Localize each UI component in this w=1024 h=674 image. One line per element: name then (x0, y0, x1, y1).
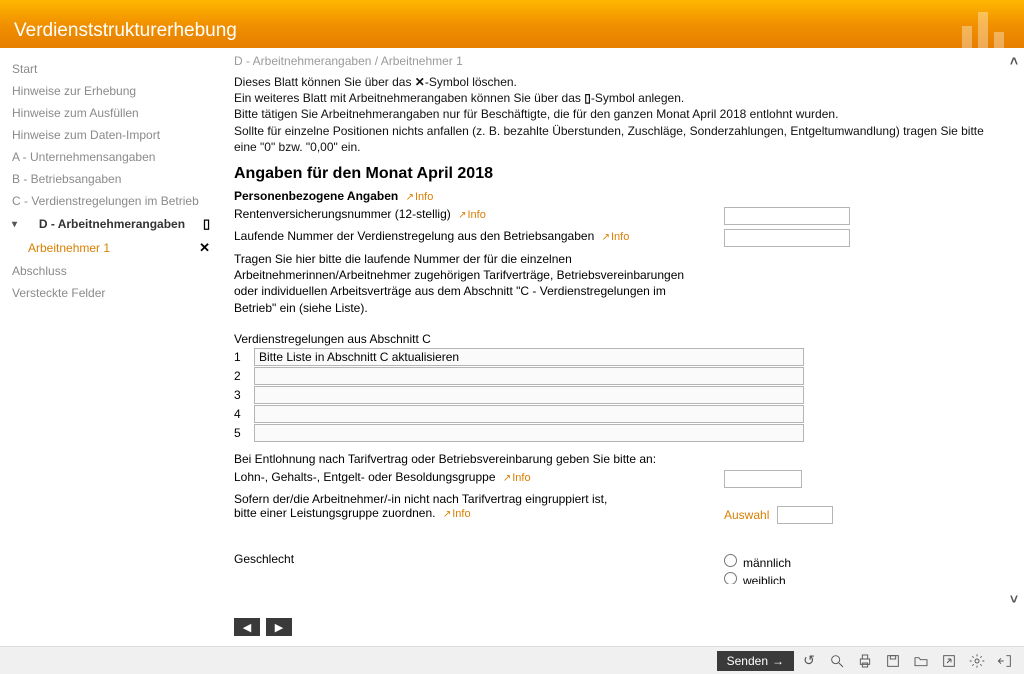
nav-start[interactable]: Start (0, 58, 222, 80)
open-icon[interactable] (908, 650, 934, 672)
leistungsgruppe-label-1: Sofern der/die Arbeitnehmer/-in nicht na… (234, 492, 607, 506)
section-title: Angaben für den Monat April 2018 (234, 165, 984, 183)
list-row-2-input[interactable] (254, 367, 804, 385)
intro-block: Dieses Blatt können Sie über das ✕-Symbo… (234, 74, 984, 155)
settings-icon[interactable] (964, 650, 990, 672)
radio-maennlich[interactable]: männlich (724, 554, 791, 570)
auswahl-label: Auswahl (724, 508, 769, 522)
lfdnr-input[interactable] (724, 229, 850, 247)
nav-hinweise-erhebung[interactable]: Hinweise zur Erhebung (0, 80, 222, 102)
list-heading: Verdienstregelungen aus Abschnitt C (234, 332, 984, 346)
nav-d-child-1[interactable]: Arbeitnehmer 1 ✕ (0, 236, 222, 260)
close-icon: ✕ (415, 75, 425, 89)
pager: ◀ ▶ (234, 618, 292, 636)
app-title: Verdienststrukturerhebung (14, 20, 237, 42)
radio-weiblich[interactable]: weiblich (724, 572, 791, 584)
nav-versteckte[interactable]: Versteckte Felder (0, 282, 222, 304)
verdienstregelungen-list: 1 2 3 4 5 (234, 348, 804, 442)
nav-c-verdienst[interactable]: C - Verdienstregelungen im Betrieb (0, 190, 222, 212)
delete-page-icon[interactable]: ✕ (199, 240, 210, 256)
logo-bars-icon (962, 12, 1004, 48)
leistungsgruppe-label-2: bitte einer Leistungsgruppe zuordnen. (234, 506, 435, 520)
rentennr-label: Rentenversicherungsnummer (12-stellig) (234, 207, 451, 221)
info-link[interactable]: Info (406, 191, 434, 203)
rentennr-input[interactable] (724, 207, 850, 225)
save-icon[interactable] (880, 650, 906, 672)
tarif-hinweis: Bei Entlohnung nach Tarifvertrag oder Be… (234, 452, 984, 466)
info-link[interactable]: Info (503, 472, 531, 484)
nav-a-unternehmen[interactable]: A - Unternehmensangaben (0, 146, 222, 168)
auswahl-input[interactable] (777, 506, 833, 524)
footer-toolbar: Senden ↺ (0, 646, 1024, 674)
nav-hinweise-ausfuellen[interactable]: Hinweise zum Ausfüllen (0, 102, 222, 124)
info-link[interactable]: Info (458, 209, 486, 221)
nav-hinweise-import[interactable]: Hinweise zum Daten-Import (0, 124, 222, 146)
nav-b-betrieb[interactable]: B - Betriebsangaben (0, 168, 222, 190)
main-panel: D - Arbeitnehmerangaben / Arbeitnehmer 1… (222, 48, 1024, 646)
export-icon[interactable] (936, 650, 962, 672)
new-page-icon: ▯ (584, 91, 591, 105)
undo-icon[interactable]: ↺ (796, 650, 822, 672)
new-page-icon[interactable]: ▯ (203, 216, 210, 232)
breadcrumb: D - Arbeitnehmerangaben / Arbeitnehmer 1 (234, 54, 1008, 68)
scrollbar[interactable]: ˄ ˅ (1006, 54, 1022, 606)
lohngruppe-input[interactable] (724, 470, 802, 488)
personal-heading: Personenbezogene Angaben (234, 189, 398, 203)
scroll-up-icon[interactable]: ˄ (1006, 54, 1022, 68)
send-button[interactable]: Senden (717, 651, 794, 671)
search-icon[interactable] (824, 650, 850, 672)
nav-abschluss[interactable]: Abschluss (0, 260, 222, 282)
lohngruppe-label: Lohn-, Gehalts-, Entgelt- oder Besoldung… (234, 470, 496, 484)
list-row-3-input[interactable] (254, 386, 804, 404)
info-link[interactable]: Info (602, 231, 630, 243)
print-icon[interactable] (852, 650, 878, 672)
scroll-down-icon[interactable]: ˅ (1006, 592, 1022, 606)
info-link[interactable]: Info (443, 508, 471, 520)
geschlecht-label: Geschlecht (234, 552, 724, 566)
lfdnr-label: Laufende Nummer der Verdienstregelung au… (234, 229, 594, 243)
list-row-4-input[interactable] (254, 405, 804, 423)
app-header: Verdienststrukturerhebung (0, 0, 1024, 48)
list-row-1-input[interactable] (254, 348, 804, 366)
prev-page-button[interactable]: ◀ (234, 618, 260, 636)
sidebar: Start Hinweise zur Erhebung Hinweise zum… (0, 48, 222, 646)
content-scroll: Dieses Blatt können Sie über das ✕-Symbo… (234, 74, 1008, 584)
list-row-5-input[interactable] (254, 424, 804, 442)
nav-d-arbeitnehmer[interactable]: D - Arbeitnehmerangaben ▯ (0, 212, 222, 236)
next-page-button[interactable]: ▶ (266, 618, 292, 636)
help-block: Tragen Sie hier bitte die laufende Numme… (234, 251, 694, 316)
logout-icon[interactable] (992, 650, 1018, 672)
